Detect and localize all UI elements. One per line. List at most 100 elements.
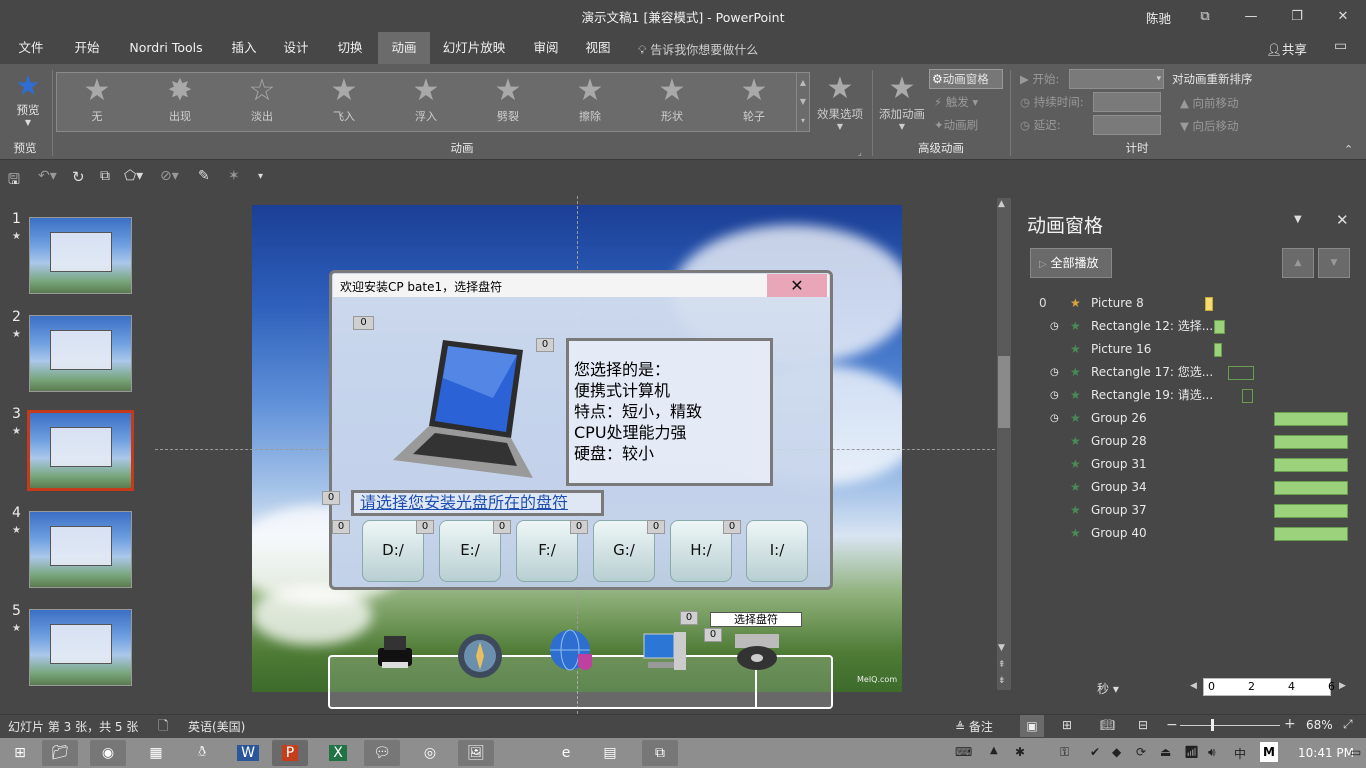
zoom-in-icon[interactable]: + [1284, 716, 1296, 732]
wifi-icon[interactable]: 📶︎ [1184, 745, 1199, 759]
animation-pane-button[interactable]: ⚙动画窗格 [929, 69, 1003, 89]
timing-bar[interactable] [1242, 389, 1254, 403]
comments-icon[interactable]: ▭ [1334, 38, 1347, 54]
close-icon[interactable]: ✕ [1320, 0, 1366, 32]
volume-icon[interactable]: 🔊︎ [1208, 745, 1216, 760]
slide-thumbnail[interactable] [29, 217, 132, 294]
slide-sorter-icon[interactable]: ⊞ [1062, 718, 1072, 732]
drive-button[interactable]: D:/ [362, 520, 424, 582]
share-button[interactable]: 👤︎共享 [1266, 39, 1307, 58]
word-icon[interactable]: W [230, 740, 266, 766]
file-explorer-icon[interactable]: 📁︎ [42, 740, 78, 766]
slideshow-view-icon[interactable]: ⊟ [1138, 718, 1148, 732]
animation-item[interactable]: ★ Group 37 [1040, 499, 1360, 522]
remote-app-icon[interactable]: ⧉ [642, 740, 678, 766]
timing-bar[interactable] [1273, 412, 1348, 426]
dialog-close-button[interactable]: ✕ [767, 274, 827, 297]
pane-options-icon[interactable]: ▼ [1294, 214, 1302, 225]
move-earlier-button[interactable]: ▲ 向前移动 [1180, 95, 1239, 111]
disc-drive-icon[interactable] [733, 630, 781, 674]
tell-me-box[interactable]: 💡︎ 告诉我你想要做什么 [638, 41, 758, 58]
security-icon[interactable]: ✔ [1090, 745, 1100, 759]
tab-file[interactable]: 文件 [8, 32, 54, 64]
timeline-scale[interactable]: 0 2 4 6 [1203, 678, 1335, 696]
timeline-right-icon[interactable]: ▶ [1339, 681, 1346, 691]
customize-qat-icon[interactable]: ▾ [258, 171, 263, 182]
timing-bar[interactable] [1273, 458, 1348, 472]
ie-icon[interactable]: e [548, 740, 584, 766]
tab-review[interactable]: 审阅 [524, 32, 568, 64]
animation-star-icon[interactable]: ✶ [228, 168, 240, 184]
animation-item[interactable]: ◷ ★ Group 26 [1040, 407, 1360, 430]
ime-indicator[interactable]: 中 [1234, 745, 1246, 762]
gallery-scroll[interactable]: ▲ ▼ ▾ [796, 73, 809, 131]
spell-check-icon[interactable]: 🗋︎ [158, 717, 168, 739]
computer-icon[interactable] [640, 628, 690, 676]
redo-icon[interactable]: ↻ [72, 168, 85, 186]
printer-icon[interactable] [372, 632, 418, 674]
language-indicator[interactable]: 英语(美国) [188, 718, 245, 735]
pane-close-icon[interactable]: ✕ [1336, 211, 1349, 229]
undo-icon[interactable]: ↶▾ [38, 168, 57, 184]
timeline-left-icon[interactable]: ◀ [1190, 681, 1197, 691]
tab-nordri-tools[interactable]: Nordri Tools [120, 32, 212, 64]
start-select[interactable]: ▾ [1069, 69, 1164, 89]
ime-m-icon[interactable]: M [1260, 742, 1278, 762]
delay-input[interactable] [1093, 115, 1161, 135]
timing-bar[interactable] [1205, 297, 1213, 311]
timing-bar[interactable] [1273, 527, 1348, 541]
drive-button[interactable]: G:/ [593, 520, 655, 582]
shapes-icon[interactable]: ⬠▾ [124, 168, 143, 184]
animation-option[interactable]: ★ 浮入 [391, 74, 461, 130]
animation-item[interactable]: ◷ ★ Rectangle 17: 您选... [1040, 361, 1360, 384]
windows-start-icon[interactable]: ⊞ [2, 740, 38, 766]
excel-icon[interactable]: X [320, 740, 356, 766]
animation-item[interactable]: ★ Picture 8 [1040, 292, 1360, 315]
tab-view[interactable]: 视图 [576, 32, 620, 64]
laptop-image[interactable] [383, 338, 533, 483]
user-name[interactable]: 陈驰 [1146, 8, 1171, 27]
move-later-button[interactable]: ▼ 向后移动 [1180, 118, 1239, 134]
animation-item[interactable]: ★ Group 31 [1040, 453, 1360, 476]
animation-painter-button[interactable]: ✦动画刷 [934, 117, 978, 133]
tab-transitions[interactable]: 切换 [326, 32, 374, 64]
slideshow-icon[interactable]: ⧉ [100, 168, 110, 184]
seconds-dropdown[interactable]: 秒 ▾ [1097, 680, 1119, 697]
bluetooth-icon[interactable]: ✱ [1015, 745, 1025, 759]
timing-bar[interactable] [1273, 504, 1348, 518]
action-center-icon[interactable]: ▭ [1350, 745, 1361, 759]
move-down-button[interactable]: ▼ [1318, 248, 1350, 278]
tab-insert[interactable]: 插入 [222, 32, 266, 64]
notification-icon[interactable]: ◆ [1112, 745, 1121, 759]
timing-bar[interactable] [1273, 481, 1348, 495]
play-all-button[interactable]: ▷ 全部播放 [1030, 248, 1112, 278]
next-slide-icon[interactable]: ⇟ [998, 676, 1006, 686]
update-icon[interactable]: ⟳ [1136, 745, 1146, 759]
timing-bar[interactable] [1273, 435, 1348, 449]
select-drive-label[interactable]: 选择盘符 [710, 612, 802, 627]
selection-info-box[interactable]: 您选择的是： 便携式计算机 特点：短小，精致 CPU处理能力强 硬盘：较小 [566, 338, 773, 486]
compass-icon[interactable] [456, 632, 504, 680]
previous-slide-icon[interactable]: ⇞ [998, 660, 1006, 670]
move-up-button[interactable]: ▲ [1282, 248, 1314, 278]
animation-item[interactable]: ★ Picture 16 [1040, 338, 1360, 361]
animation-option[interactable]: ★ 飞入 [309, 74, 379, 130]
animation-option[interactable]: ★ 形状 [637, 74, 707, 130]
reading-view-icon[interactable]: 📖︎ [1100, 718, 1115, 732]
zoom-slider[interactable] [1180, 725, 1280, 726]
tab-home[interactable]: 开始 [62, 32, 112, 64]
chrome-icon[interactable]: ◉ [90, 740, 126, 766]
dialog-launcher-icon[interactable]: ⌟ [858, 148, 862, 157]
animation-option[interactable]: ★ 轮子 [719, 74, 789, 130]
powerpoint-icon[interactable]: P [272, 740, 308, 766]
usb-icon[interactable]: ⏏ [1160, 745, 1171, 759]
slide-thumbnail[interactable] [27, 410, 134, 491]
network-icon[interactable]: ⚿ [1060, 745, 1069, 760]
slide-thumbnail[interactable] [29, 315, 132, 392]
animation-item[interactable]: ◷ ★ Rectangle 19: 请选... [1040, 384, 1360, 407]
zoom-level[interactable]: 68% [1306, 718, 1333, 732]
globe-shield-icon[interactable] [548, 628, 596, 676]
slide-thumbnail[interactable] [29, 609, 132, 686]
normal-view-icon[interactable]: ▣ [1020, 715, 1044, 737]
timing-bar[interactable] [1227, 366, 1254, 380]
